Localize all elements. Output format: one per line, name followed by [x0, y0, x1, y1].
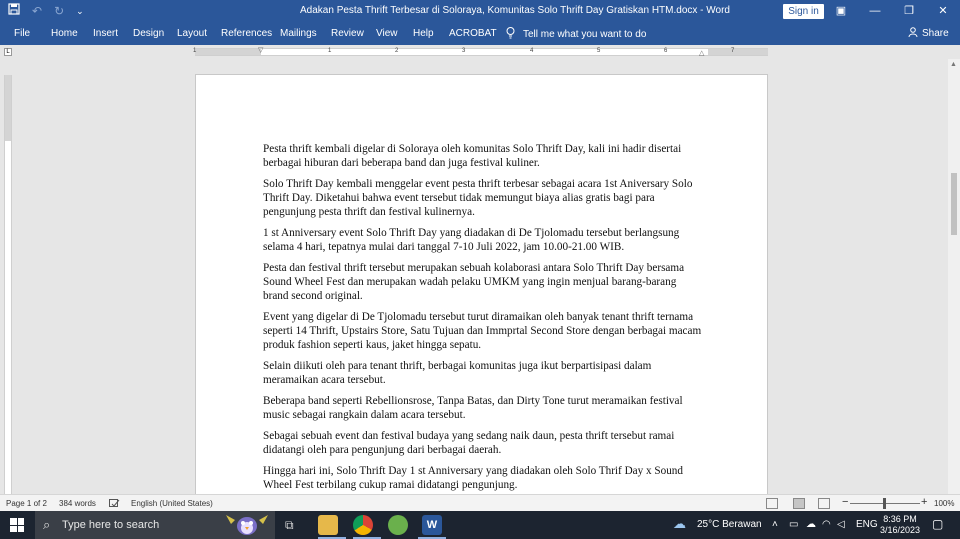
- lightbulb-icon: [506, 27, 515, 42]
- minimize-icon[interactable]: —: [858, 0, 892, 23]
- paragraph[interactable]: Selain diikuti oleh para tenant thrift, …: [263, 359, 703, 387]
- vertical-ruler[interactable]: [4, 75, 12, 495]
- ribbon-tabs: File Home Insert Design Layout Reference…: [0, 23, 960, 45]
- top-margin: [5, 75, 11, 141]
- weather-text[interactable]: 25°C Berawan: [697, 519, 762, 530]
- word-taskbar-icon[interactable]: W: [422, 515, 442, 535]
- scroll-up-icon[interactable]: ▲: [950, 61, 957, 68]
- tab-layout[interactable]: Layout: [177, 28, 207, 39]
- horizontal-ruler[interactable]: 1 1 2 3 4 5 6 7 ▽ △: [193, 46, 768, 57]
- clock[interactable]: 8:36 PM 3/16/2023: [880, 514, 920, 536]
- file-explorer-icon[interactable]: [318, 515, 338, 535]
- tab-acrobat[interactable]: ACROBAT: [449, 28, 497, 39]
- zoom-thumb[interactable]: [883, 498, 886, 509]
- chrome-icon[interactable]: [353, 515, 373, 535]
- ruler-tick: 3: [462, 48, 466, 54]
- share-label: Share: [922, 28, 949, 39]
- quick-access-toolbar: ↶ ↻ ⌄: [8, 3, 84, 19]
- customize-icon[interactable]: ⌄: [76, 3, 84, 19]
- ruler-tick: 5: [597, 48, 601, 54]
- language-indicator[interactable]: ENG: [856, 519, 878, 530]
- title-bar: ↶ ↻ ⌄ Adakan Pesta Thrift Terbesar di So…: [0, 0, 960, 23]
- share-button[interactable]: Share: [908, 27, 949, 40]
- zoom-out-button[interactable]: −: [842, 496, 848, 508]
- ruler-tick: 2: [395, 48, 399, 54]
- ruler-tick: 4: [530, 48, 534, 54]
- tab-mailings[interactable]: Mailings: [280, 28, 317, 39]
- ruler-area: L 1 1 2 3 4 5 6 7 ▽ △: [0, 45, 960, 59]
- tab-view[interactable]: View: [376, 28, 398, 39]
- tab-review[interactable]: Review: [331, 28, 364, 39]
- app-icon[interactable]: [388, 515, 408, 535]
- tab-references[interactable]: References: [221, 28, 272, 39]
- ruler-tick: 1: [193, 48, 197, 54]
- tab-file[interactable]: File: [14, 28, 30, 39]
- date: 3/16/2023: [880, 525, 921, 535]
- print-layout-icon[interactable]: [793, 498, 805, 509]
- task-view-icon[interactable]: ⧉: [285, 518, 294, 533]
- undo-icon[interactable]: ↶: [32, 3, 42, 19]
- proofing-icon[interactable]: [109, 499, 120, 510]
- status-bar: Page 1 of 2 384 words English (United St…: [0, 494, 960, 511]
- right-indent-icon[interactable]: △: [699, 49, 704, 57]
- ruler-tick: 7: [731, 48, 735, 54]
- tell-me-label: Tell me what you want to do: [523, 29, 647, 40]
- left-margin: [195, 49, 261, 55]
- tell-me-box[interactable]: Tell me what you want to do: [506, 27, 646, 42]
- window-controls: ▣ — ❐ ✕: [824, 0, 960, 23]
- page-count[interactable]: Page 1 of 2: [6, 499, 47, 508]
- paragraph[interactable]: Hingga hari ini, Solo Thrift Day 1 st An…: [263, 464, 703, 492]
- ruler-tick: 1: [328, 48, 332, 54]
- word-count[interactable]: 384 words: [59, 499, 96, 508]
- restore-icon[interactable]: ❐: [892, 0, 926, 23]
- tab-insert[interactable]: Insert: [93, 28, 118, 39]
- vertical-scrollbar[interactable]: ▲: [948, 59, 960, 494]
- window-title: Adakan Pesta Thrift Terbesar di Soloraya…: [300, 5, 730, 16]
- tab-design[interactable]: Design: [133, 28, 164, 39]
- sign-in-button[interactable]: Sign in: [783, 4, 824, 19]
- time: 8:36 PM: [883, 514, 917, 524]
- paragraph[interactable]: 1 st Anniversary event Solo Thrift Day y…: [263, 226, 703, 254]
- scroll-thumb[interactable]: [951, 173, 957, 235]
- search-placeholder: Type here to search: [62, 519, 160, 531]
- language[interactable]: English (United States): [131, 499, 213, 508]
- tab-help[interactable]: Help: [413, 28, 434, 39]
- search-icon: ⌕: [43, 517, 51, 532]
- chevron-up-icon[interactable]: ˄: [772, 519, 778, 530]
- taskbar: ⌕ Type here to search ⧉ W ☁ 25°C Berawan…: [0, 511, 960, 539]
- web-layout-icon[interactable]: [818, 498, 830, 509]
- volume-icon[interactable]: ◁: [837, 519, 845, 530]
- document-body[interactable]: Pesta thrift kembali digelar di Soloraya…: [263, 142, 703, 494]
- tab-home[interactable]: Home: [51, 28, 78, 39]
- person-icon: [908, 27, 918, 40]
- paragraph[interactable]: Event yang digelar di De Tjolomadu terse…: [263, 310, 703, 352]
- notification-icon[interactable]: ▢: [932, 517, 943, 531]
- tab-selector[interactable]: L: [4, 48, 12, 56]
- indent-marker-icon[interactable]: ▽: [258, 46, 263, 54]
- ribbon-display-icon[interactable]: ▣: [824, 0, 858, 23]
- paragraph[interactable]: Solo Thrift Day kembali menggelar event …: [263, 177, 703, 219]
- zoom-level[interactable]: 100%: [934, 499, 954, 508]
- zoom-in-button[interactable]: +: [921, 496, 927, 508]
- search-highlight-icon[interactable]: [222, 512, 270, 538]
- wifi-icon[interactable]: ◠: [822, 519, 831, 530]
- close-icon[interactable]: ✕: [926, 0, 960, 23]
- read-mode-icon[interactable]: [766, 498, 778, 509]
- paragraph[interactable]: Pesta dan festival thrift tersebut merup…: [263, 261, 703, 303]
- ruler-tick: 6: [664, 48, 668, 54]
- paragraph[interactable]: Pesta thrift kembali digelar di Soloraya…: [263, 142, 703, 170]
- windows-start-icon[interactable]: [10, 518, 24, 532]
- document-page[interactable]: Pesta thrift kembali digelar di Soloraya…: [195, 74, 768, 494]
- cloud-icon[interactable]: ☁: [806, 519, 816, 530]
- paragraph[interactable]: Sebagai sebuah event dan festival budaya…: [263, 429, 703, 457]
- save-icon[interactable]: [8, 3, 20, 19]
- network-icon[interactable]: ▭: [789, 519, 798, 530]
- document-canvas: Pesta thrift kembali digelar di Soloraya…: [0, 59, 960, 494]
- paragraph[interactable]: Beberapa band seperti Rebellionsrose, Ta…: [263, 394, 703, 422]
- right-margin: [708, 49, 768, 55]
- weather-icon[interactable]: ☁: [673, 516, 686, 532]
- redo-icon[interactable]: ↻: [54, 3, 64, 19]
